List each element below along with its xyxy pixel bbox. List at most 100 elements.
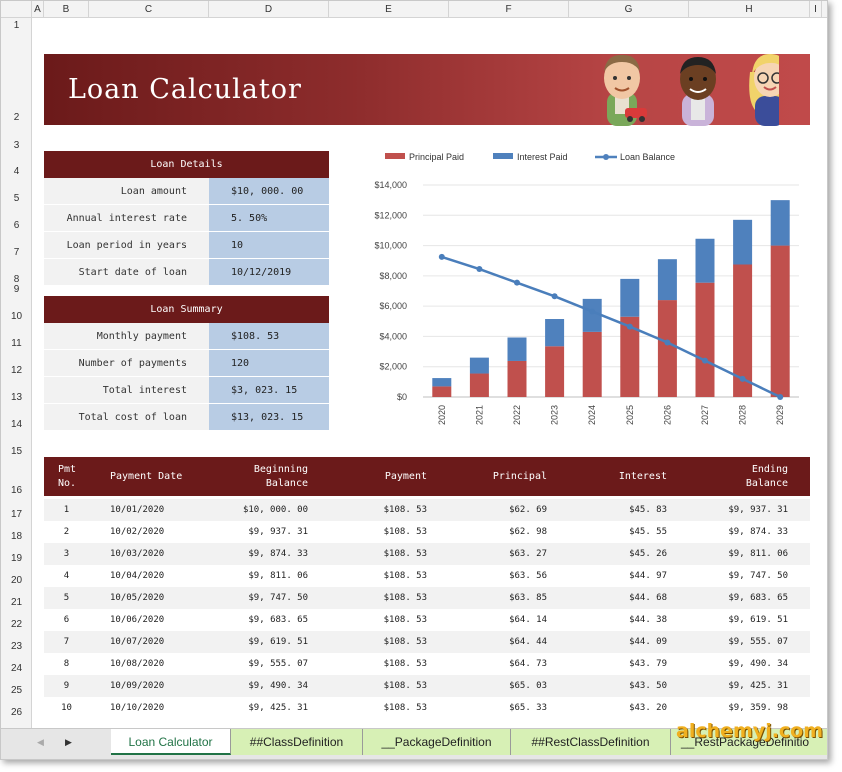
cell-principal[interactable]: $65. 33 — [464, 703, 547, 713]
column-header-c[interactable]: C — [89, 1, 209, 18]
cell-beginning-balance[interactable]: $9, 425. 31 — [224, 703, 308, 713]
cell-beginning-balance[interactable]: $9, 811. 06 — [224, 571, 308, 581]
cell-ending-balance[interactable]: $9, 555. 07 — [704, 637, 788, 647]
cell-pmt-no[interactable]: 6 — [44, 615, 89, 625]
tab-loan-calculator[interactable]: Loan Calculator — [111, 729, 231, 755]
row-header[interactable]: 15 — [1, 446, 32, 457]
column-header-h[interactable]: H — [689, 1, 810, 18]
cell-payment-date[interactable]: 10/05/2020 — [110, 593, 210, 603]
row-header[interactable]: 11 — [1, 338, 32, 349]
cell-ending-balance[interactable]: $9, 619. 51 — [704, 615, 788, 625]
row-header[interactable]: 9 — [1, 284, 32, 295]
cell-payment-date[interactable]: 10/04/2020 — [110, 571, 210, 581]
row-header[interactable]: 10 — [1, 311, 32, 322]
cell-payment[interactable]: $108. 53 — [344, 549, 427, 559]
row-header[interactable]: 24 — [1, 663, 32, 674]
row-header[interactable]: 17 — [1, 509, 32, 520]
cell-payment-date[interactable]: 10/06/2020 — [110, 615, 210, 625]
cell-interest[interactable]: $44. 38 — [584, 615, 667, 625]
row-header[interactable]: 13 — [1, 392, 32, 403]
select-all-corner[interactable] — [1, 1, 32, 18]
cell-principal[interactable]: $63. 27 — [464, 549, 547, 559]
cell-principal[interactable]: $64. 73 — [464, 659, 547, 669]
cell-pmt-no[interactable]: 1 — [44, 505, 89, 515]
row-header[interactable]: 7 — [1, 247, 32, 258]
cell-beginning-balance[interactable]: $9, 555. 07 — [224, 659, 308, 669]
cell-ending-balance[interactable]: $9, 874. 33 — [704, 527, 788, 537]
column-header-i[interactable]: I — [810, 1, 822, 18]
cell-interest[interactable]: $45. 26 — [584, 549, 667, 559]
row-header[interactable]: 14 — [1, 419, 32, 430]
cell-payment-date[interactable]: 10/02/2020 — [110, 527, 210, 537]
column-header-g[interactable]: G — [569, 1, 689, 18]
row-header[interactable]: 25 — [1, 685, 32, 696]
loan-period-input[interactable]: 10 — [209, 232, 329, 259]
cell-payment-date[interactable]: 10/03/2020 — [110, 549, 210, 559]
total-interest-value[interactable]: $3, 023. 15 — [209, 377, 329, 404]
cell-principal[interactable]: $64. 44 — [464, 637, 547, 647]
cell-payment-date[interactable]: 10/10/2020 — [110, 703, 210, 713]
row-header[interactable]: 4 — [1, 166, 32, 177]
cell-pmt-no[interactable]: 3 — [44, 549, 89, 559]
column-header-b[interactable]: B — [44, 1, 89, 18]
row-header[interactable]: 21 — [1, 597, 32, 608]
column-header-a[interactable]: A — [32, 1, 44, 18]
cell-payment[interactable]: $108. 53 — [344, 593, 427, 603]
cell-beginning-balance[interactable]: $9, 619. 51 — [224, 637, 308, 647]
tab-class-definition[interactable]: ##ClassDefinition — [231, 729, 363, 755]
cell-beginning-balance[interactable]: $9, 937. 31 — [224, 527, 308, 537]
cell-payment-date[interactable]: 10/08/2020 — [110, 659, 210, 669]
tab-rest-class-definition[interactable]: ##RestClassDefinition — [511, 729, 671, 755]
cell-principal[interactable]: $64. 14 — [464, 615, 547, 625]
cell-ending-balance[interactable]: $9, 747. 50 — [704, 571, 788, 581]
monthly-payment-value[interactable]: $108. 53 — [209, 323, 329, 350]
row-header[interactable]: 3 — [1, 140, 32, 151]
cell-payment[interactable]: $108. 53 — [344, 505, 427, 515]
cell-ending-balance[interactable]: $9, 359. 98 — [704, 703, 788, 713]
cell-payment[interactable]: $108. 53 — [344, 703, 427, 713]
cell-principal[interactable]: $63. 56 — [464, 571, 547, 581]
row-header[interactable]: 1 — [1, 20, 32, 31]
cell-principal[interactable]: $62. 69 — [464, 505, 547, 515]
cell-principal[interactable]: $62. 98 — [464, 527, 547, 537]
cell-ending-balance[interactable]: $9, 425. 31 — [704, 681, 788, 691]
cell-payment[interactable]: $108. 53 — [344, 659, 427, 669]
column-header-e[interactable]: E — [329, 1, 449, 18]
cell-interest[interactable]: $43. 50 — [584, 681, 667, 691]
cell-pmt-no[interactable]: 2 — [44, 527, 89, 537]
cell-pmt-no[interactable]: 4 — [44, 571, 89, 581]
cell-interest[interactable]: $43. 79 — [584, 659, 667, 669]
interest-rate-input[interactable]: 5. 50% — [209, 205, 329, 232]
column-header-d[interactable]: D — [209, 1, 329, 18]
tab-package-definition[interactable]: __PackageDefinition — [363, 729, 511, 755]
cell-payment[interactable]: $108. 53 — [344, 527, 427, 537]
cell-ending-balance[interactable]: $9, 811. 06 — [704, 549, 788, 559]
cell-payment[interactable]: $108. 53 — [344, 637, 427, 647]
number-of-payments-value[interactable]: 120 — [209, 350, 329, 377]
cell-interest[interactable]: $43. 20 — [584, 703, 667, 713]
row-header[interactable]: 26 — [1, 707, 32, 718]
cell-ending-balance[interactable]: $9, 683. 65 — [704, 593, 788, 603]
cell-payment-date[interactable]: 10/07/2020 — [110, 637, 210, 647]
row-header[interactable]: 2 — [1, 112, 32, 123]
row-header[interactable]: 16 — [1, 485, 32, 496]
row-header[interactable]: 20 — [1, 575, 32, 586]
loan-amount-input[interactable]: $10, 000. 00 — [209, 178, 329, 205]
cell-beginning-balance[interactable]: $9, 747. 50 — [224, 593, 308, 603]
cell-beginning-balance[interactable]: $9, 874. 33 — [224, 549, 308, 559]
row-header[interactable]: 5 — [1, 193, 32, 204]
cell-payment[interactable]: $108. 53 — [344, 615, 427, 625]
cell-pmt-no[interactable]: 9 — [44, 681, 89, 691]
row-header[interactable]: 22 — [1, 619, 32, 630]
cell-principal[interactable]: $65. 03 — [464, 681, 547, 691]
cell-beginning-balance[interactable]: $9, 490. 34 — [224, 681, 308, 691]
cell-interest[interactable]: $44. 09 — [584, 637, 667, 647]
total-cost-value[interactable]: $13, 023. 15 — [209, 404, 329, 431]
cell-interest[interactable]: $45. 83 — [584, 505, 667, 515]
column-header-f[interactable]: F — [449, 1, 569, 18]
cell-pmt-no[interactable]: 8 — [44, 659, 89, 669]
row-header[interactable]: 23 — [1, 641, 32, 652]
scroll-tabs-left-icon[interactable]: ◀ — [37, 729, 44, 755]
start-date-input[interactable]: 10/12/2019 — [209, 259, 329, 286]
cell-payment[interactable]: $108. 53 — [344, 681, 427, 691]
